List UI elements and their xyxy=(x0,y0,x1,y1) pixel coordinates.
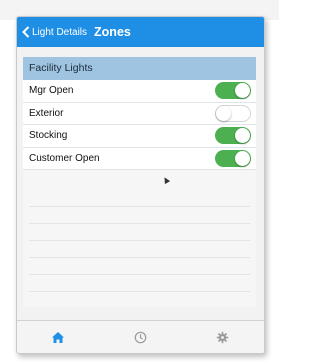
toggle-knob xyxy=(235,151,250,167)
zone-toggle-mgr-open[interactable] xyxy=(215,82,251,100)
zone-toggle-customer-open[interactable] xyxy=(215,150,251,168)
tab-home[interactable] xyxy=(43,326,73,348)
back-button[interactable]: Light Details xyxy=(17,26,87,38)
empty-list-row xyxy=(29,241,250,259)
zone-toggle-stocking[interactable] xyxy=(215,127,251,145)
zone-row-exterior: Exterior xyxy=(23,102,256,126)
zones-list: Facility Lights Mgr Open Exterior Stocki… xyxy=(23,57,256,307)
section-header: Facility Lights xyxy=(23,57,256,80)
zone-row-customer-open: Customer Open xyxy=(23,147,256,171)
clock-icon xyxy=(134,331,147,343)
home-icon xyxy=(52,331,65,343)
tab-history[interactable] xyxy=(125,326,155,348)
empty-list-row xyxy=(29,275,250,293)
page-title: Zones xyxy=(94,25,131,39)
zone-label: Mgr Open xyxy=(29,85,74,97)
zone-row-mgr-open: Mgr Open xyxy=(23,80,256,103)
toggle-knob xyxy=(235,128,250,144)
toggle-knob xyxy=(235,83,250,99)
tab-bar xyxy=(17,320,264,353)
empty-list-row xyxy=(29,258,250,276)
navigation-bar: Light Details Zones xyxy=(17,17,264,47)
phone-screen: Light Details Zones Facility Lights Mgr … xyxy=(16,16,265,354)
toggle-knob xyxy=(216,105,231,121)
empty-list-row xyxy=(29,224,250,242)
gear-icon xyxy=(217,331,229,343)
empty-list-row xyxy=(29,207,250,225)
chevron-left-icon xyxy=(22,26,30,38)
empty-list-row xyxy=(29,190,250,208)
zone-toggle-exterior[interactable] xyxy=(215,104,251,122)
tab-settings[interactable] xyxy=(208,326,238,348)
zone-label: Exterior xyxy=(29,107,64,119)
zone-row-stocking: Stocking xyxy=(23,125,256,148)
back-button-label: Light Details xyxy=(32,26,88,38)
zone-label: Stocking xyxy=(29,130,68,142)
zone-label: Customer Open xyxy=(29,153,100,165)
